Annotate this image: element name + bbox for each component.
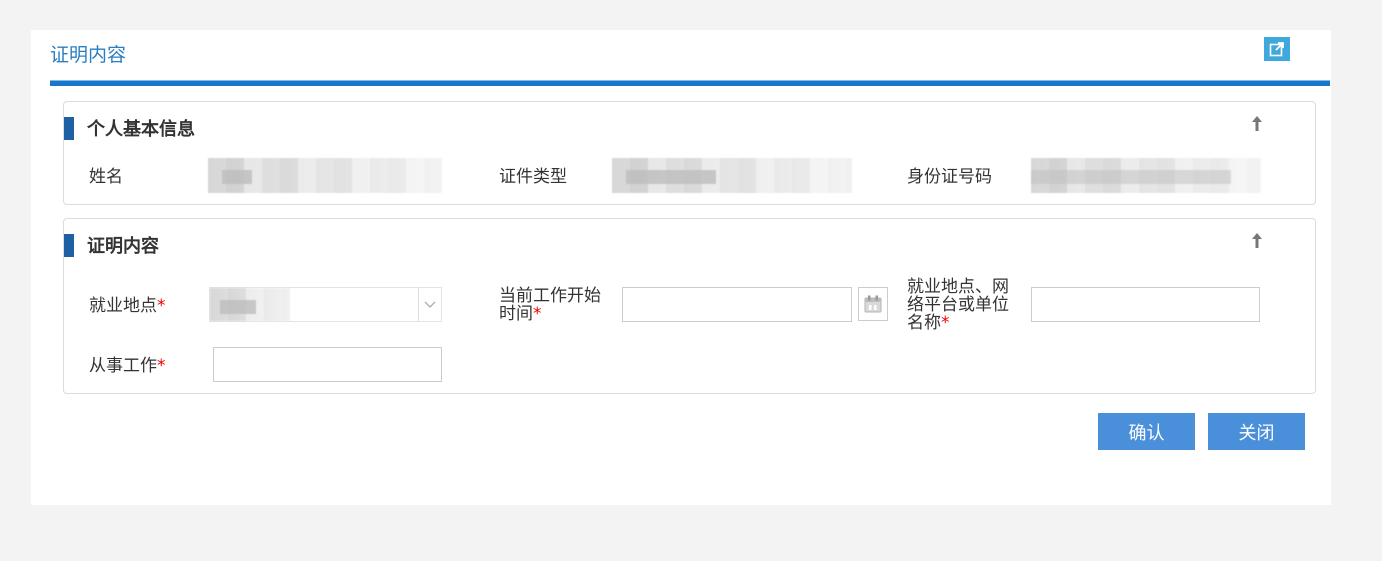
name-value-redacted [208, 158, 442, 193]
proof-content-section: 证明内容 就业地点* 当前工作开始 时间* 就业地点、网 络平台或单位 名称* … [63, 218, 1316, 394]
section-title: 证明内容 [87, 236, 159, 257]
job-label: 从事工作* [89, 356, 166, 376]
section-title: 个人基本信息 [87, 119, 195, 140]
id-type-value-redacted [612, 158, 852, 193]
platform-input[interactable] [1031, 287, 1260, 322]
collapse-arrow-icon[interactable] [1249, 114, 1265, 134]
external-link-icon [1269, 42, 1284, 57]
start-time-input[interactable] [622, 287, 852, 322]
dialog-panel: 证明内容 个人基本信息 姓名 证件类型 身份证号码 证明内容 就业地点* 当前工… [31, 30, 1331, 505]
section-marker [64, 116, 74, 140]
section-header: 个人基本信息 [64, 116, 195, 140]
confirm-button[interactable]: 确认 [1098, 413, 1195, 450]
title-divider [50, 80, 1330, 86]
section-header: 证明内容 [64, 233, 159, 257]
id-type-label: 证件类型 [499, 167, 567, 187]
personal-info-section: 个人基本信息 姓名 证件类型 身份证号码 [63, 101, 1316, 205]
dialog-title: 证明内容 [50, 44, 127, 66]
location-value-redacted [210, 288, 290, 321]
calendar-button[interactable] [858, 287, 888, 321]
close-button[interactable]: 关闭 [1208, 413, 1305, 450]
chevron-down-icon[interactable] [418, 288, 441, 321]
popout-button[interactable] [1264, 37, 1290, 61]
calendar-icon [864, 295, 882, 313]
location-select[interactable] [209, 287, 442, 322]
id-number-value-redacted [1031, 158, 1261, 193]
job-input[interactable] [213, 347, 442, 382]
section-marker [64, 233, 74, 257]
name-label: 姓名 [89, 167, 123, 187]
id-number-label: 身份证号码 [907, 167, 992, 187]
start-time-label: 当前工作开始 时间* [499, 286, 601, 324]
location-label: 就业地点* [89, 296, 166, 316]
platform-label: 就业地点、网 络平台或单位 名称* [907, 277, 1009, 333]
collapse-arrow-icon[interactable] [1249, 231, 1265, 251]
